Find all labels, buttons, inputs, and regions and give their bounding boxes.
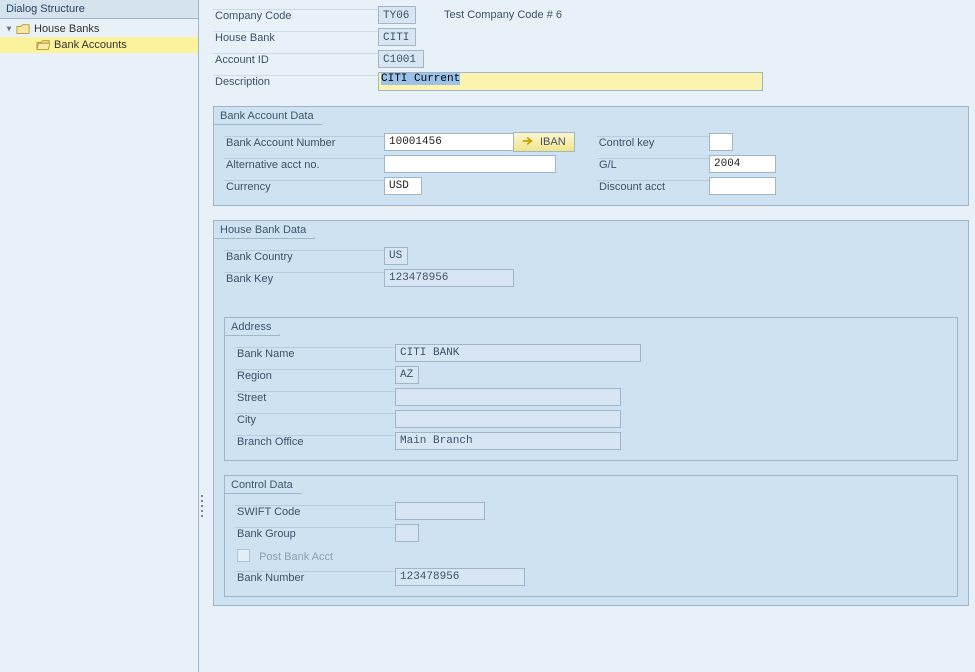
input-discount-acct[interactable]	[709, 177, 776, 195]
sidebar-tree: House Banks Bank Accounts	[0, 19, 198, 55]
field-city	[395, 410, 621, 428]
row-alt-acct: Alternative acct no. G/L	[224, 153, 958, 175]
group-title-wrap: Address	[225, 318, 957, 336]
iban-button[interactable]: IBAN	[513, 132, 575, 152]
field-street	[395, 388, 621, 406]
label-post-bank-acct: Post Bank Acct	[259, 551, 333, 563]
label-bank-account-number: Bank Account Number	[224, 136, 384, 149]
row-region: Region AZ	[235, 364, 947, 386]
field-description[interactable]: CITI Current	[381, 73, 460, 85]
label-description: Description	[213, 75, 378, 88]
field-region: AZ	[395, 366, 419, 384]
row-bank-number: Bank Number 123478956	[235, 566, 947, 588]
sidebar-item-bank-accounts[interactable]: Bank Accounts	[0, 37, 198, 53]
group-title: Address	[225, 318, 280, 336]
field-branch-office: Main Branch	[395, 432, 621, 450]
main-content: Company Code TY06 Test Company Code # 6 …	[205, 0, 975, 672]
label-region: Region	[235, 369, 395, 382]
group-title: House Bank Data	[214, 221, 315, 239]
app-root: Dialog Structure House Banks Bank Accoun…	[0, 0, 975, 672]
sidebar-item-label: House Banks	[34, 23, 99, 35]
group-control-data: Control Data SWIFT Code Bank Group	[224, 475, 958, 597]
label-branch-office: Branch Office	[235, 435, 395, 448]
field-account-id: C1001	[378, 50, 424, 68]
row-company-code: Company Code TY06 Test Company Code # 6	[213, 4, 969, 26]
field-bank-group	[395, 524, 419, 542]
field-bank-number: 123478956	[395, 568, 525, 586]
folder-icon	[16, 23, 30, 35]
row-swift-code: SWIFT Code	[235, 500, 947, 522]
row-bank-name: Bank Name CITI BANK	[235, 342, 947, 364]
row-street: Street	[235, 386, 947, 408]
label-city: City	[235, 413, 395, 426]
folder-open-icon	[36, 39, 50, 51]
checkbox-post-bank-acct	[237, 549, 250, 562]
label-street: Street	[235, 391, 395, 404]
sidebar-header: Dialog Structure	[0, 0, 198, 19]
label-discount-acct: Discount acct	[597, 180, 709, 193]
row-currency: Currency Discount acct	[224, 175, 958, 197]
group-title-wrap: Bank Account Data	[214, 107, 968, 125]
label-bank-key: Bank Key	[224, 272, 384, 285]
field-company-code: TY06	[378, 6, 416, 24]
text-company-code-desc: Test Company Code # 6	[444, 9, 562, 21]
group-house-bank-data: House Bank Data Bank Country US Bank Key…	[213, 220, 969, 606]
arrow-right-icon	[522, 136, 534, 149]
field-description-wrap[interactable]: CITI Current	[378, 72, 763, 91]
field-bank-country: US	[384, 247, 408, 265]
group-title-wrap: Control Data	[225, 476, 957, 494]
row-account-id: Account ID C1001	[213, 48, 969, 70]
group-bank-account-data: Bank Account Data Bank Account Number IB…	[213, 106, 969, 206]
field-bank-name: CITI BANK	[395, 344, 641, 362]
field-house-bank: CITI	[378, 28, 416, 46]
group-title: Control Data	[225, 476, 302, 494]
label-gl: G/L	[597, 158, 709, 171]
expand-icon[interactable]	[4, 24, 14, 34]
field-swift-code	[395, 502, 485, 520]
dialog-structure-sidebar: Dialog Structure House Banks Bank Accoun…	[0, 0, 199, 672]
label-swift-code: SWIFT Code	[235, 505, 395, 518]
iban-button-label: IBAN	[540, 136, 566, 148]
input-gl[interactable]	[709, 155, 776, 173]
sidebar-item-label: Bank Accounts	[54, 39, 127, 51]
input-alt-acct[interactable]	[384, 155, 556, 173]
group-title-wrap: House Bank Data	[214, 221, 968, 239]
row-bank-account-number: Bank Account Number IBAN Control key	[224, 131, 958, 153]
label-account-id: Account ID	[213, 53, 378, 66]
row-description: Description CITI Current	[213, 70, 969, 92]
row-branch-office: Branch Office Main Branch	[235, 430, 947, 452]
label-bank-number: Bank Number	[235, 571, 395, 584]
input-bank-account-number[interactable]	[384, 133, 514, 151]
label-alt-acct: Alternative acct no.	[224, 158, 384, 171]
row-house-bank: House Bank CITI	[213, 26, 969, 48]
sidebar-item-house-banks[interactable]: House Banks	[0, 21, 198, 37]
row-post-bank-acct: Post Bank Acct	[235, 544, 947, 566]
group-title: Bank Account Data	[214, 107, 323, 125]
label-bank-group: Bank Group	[235, 527, 395, 540]
row-bank-key: Bank Key 123478956	[224, 267, 958, 289]
group-address: Address Bank Name CITI BANK Region AZ St…	[224, 317, 958, 461]
input-control-key[interactable]	[709, 133, 733, 151]
row-city: City	[235, 408, 947, 430]
field-bank-key: 123478956	[384, 269, 514, 287]
input-currency[interactable]	[384, 177, 422, 195]
label-bank-country: Bank Country	[224, 250, 384, 263]
cell-post-bank-acct: Post Bank Acct	[235, 547, 395, 563]
row-bank-group: Bank Group	[235, 522, 947, 544]
row-bank-country: Bank Country US	[224, 245, 958, 267]
label-house-bank: House Bank	[213, 31, 378, 44]
label-bank-name: Bank Name	[235, 347, 395, 360]
label-company-code: Company Code	[213, 9, 378, 22]
label-currency: Currency	[224, 180, 384, 193]
label-control-key: Control key	[597, 136, 709, 149]
